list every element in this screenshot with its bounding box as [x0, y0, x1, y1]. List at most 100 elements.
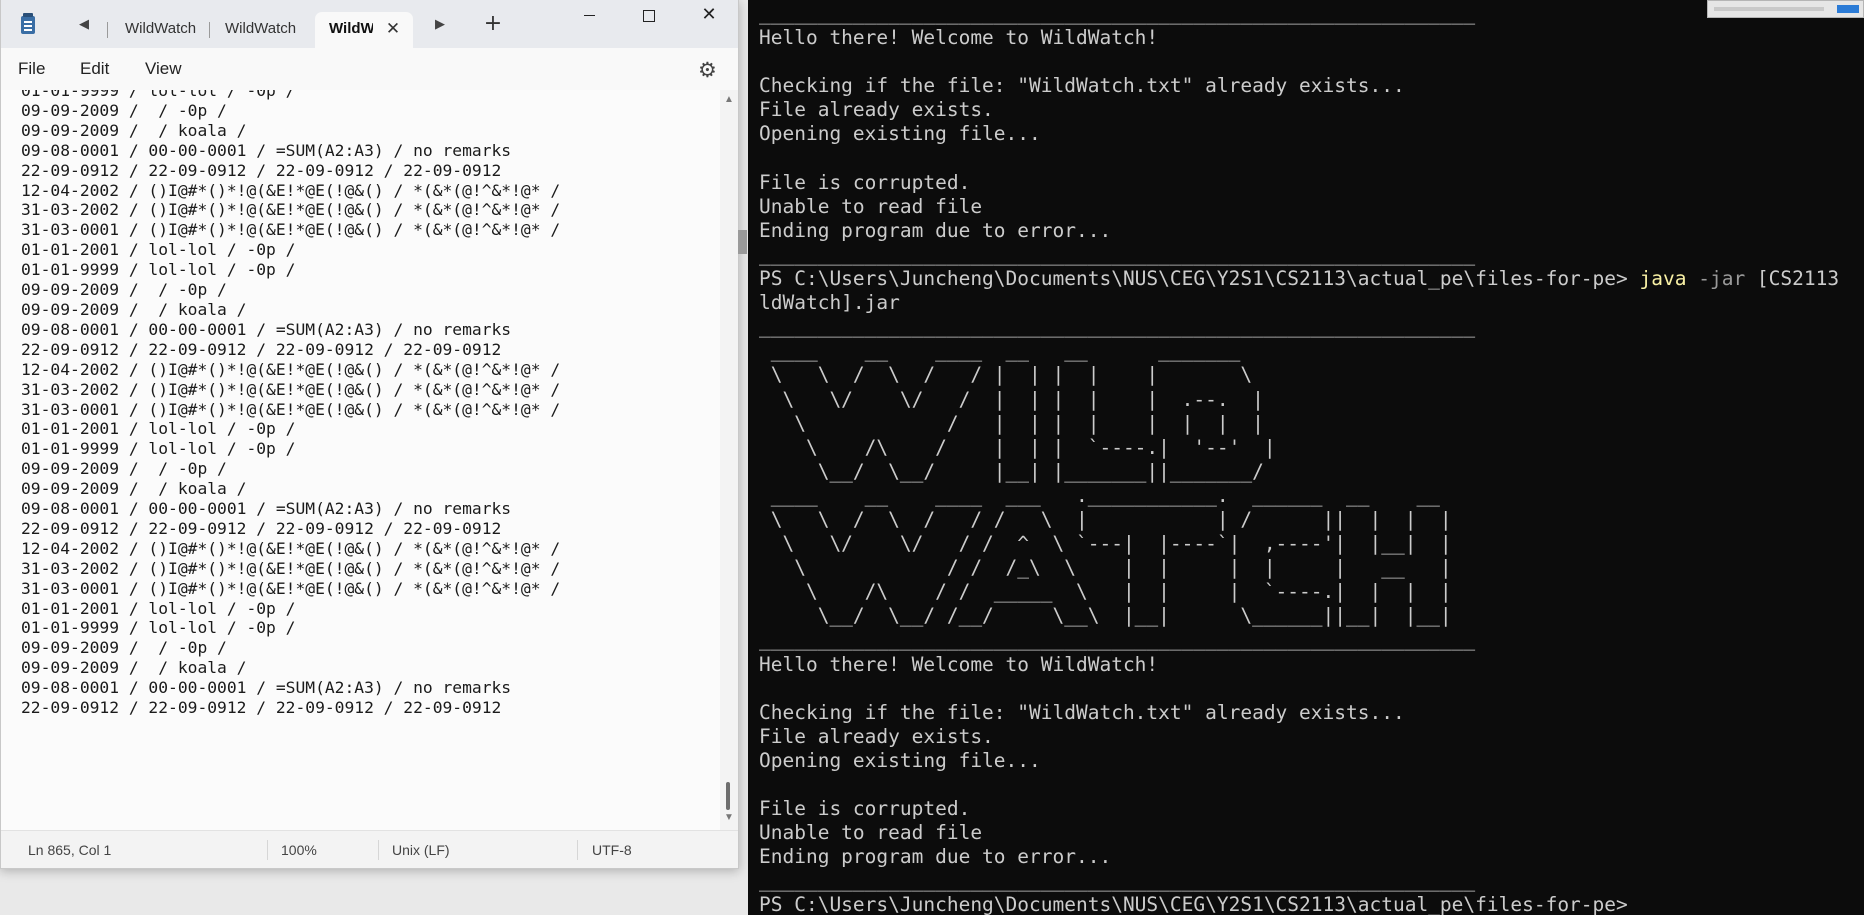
editor-line: 22-09-0912 / 22-09-0912 / 22-09-0912 / 2… [21, 698, 502, 718]
editor-line: 01-01-2001 / lol-lol / -0p / [21, 598, 296, 618]
thumbnail-bar [1714, 7, 1824, 11]
editor-line: 12-04-2002 / ()I@#*()*!@(&E!*@E(!@&() / … [21, 359, 561, 379]
editor-line: 31-03-0001 / ()I@#*()*!@(&E!*@E(!@&() / … [21, 578, 561, 598]
notepad-window: ◀ WildWatch WildWatch WildWatch ✕ ▶ + ✕ … [0, 0, 739, 869]
editor-line: 01-01-2001 / lol-lol / -0p / [21, 419, 296, 439]
encoding[interactable]: UTF-8 [592, 842, 632, 858]
scroll-down-arrow-icon[interactable]: ▼ [724, 812, 734, 823]
menu-file[interactable]: File [18, 59, 45, 79]
chevron-left-icon: ◀ [79, 17, 89, 32]
menu-view[interactable]: View [145, 59, 182, 79]
editor-line: 09-09-2009 / / koala / [21, 658, 247, 678]
tab-scroll-right-button[interactable]: ▶ [427, 12, 453, 38]
window-thumbnail[interactable] [1707, 0, 1864, 18]
new-tab-button[interactable]: + [480, 12, 506, 38]
checking-message: Checking if the file: "WildWatch.txt" al… [759, 700, 1405, 724]
command-line: PS C:\Users\Juncheng\Documents\NUS\CEG\Y… [759, 267, 1839, 291]
editor-line: 09-09-2009 / / koala / [21, 479, 247, 499]
close-tab-icon[interactable]: ✕ [381, 12, 405, 46]
prompt-line: PS C:\Users\Juncheng\Documents\NUS\CEG\Y… [759, 893, 1628, 915]
plus-icon: + [483, 11, 503, 36]
editor-line: 31-03-2002 / ()I@#*()*!@(&E!*@E(!@&() / … [21, 558, 561, 578]
welcome-message: Hello there! Welcome to WildWatch! [759, 26, 1159, 50]
maximize-icon [643, 9, 655, 22]
ending-message: Ending program due to error... [759, 218, 1112, 242]
editor-line: 09-09-2009 / / -0p / [21, 459, 227, 479]
menu-bar: File Edit View ⚙ [1, 48, 738, 90]
close-window-button[interactable]: ✕ [679, 0, 738, 32]
scrollbar-thumb[interactable] [726, 782, 730, 810]
menu-edit[interactable]: Edit [80, 59, 109, 79]
flag-text: -jar [1698, 267, 1746, 291]
corrupted-message: File is corrupted. [759, 170, 971, 194]
background-window-edge [738, 230, 747, 254]
divider-line: ________________________________________… [759, 315, 1476, 339]
editor-line: 12-04-2002 / ()I@#*()*!@(&E!*@E(!@&() / … [21, 180, 561, 200]
editor-line: 09-09-2009 / / koala / [21, 120, 247, 140]
ascii-art-watch-line: \ / / /_\ \ | | | | | __ | [759, 556, 1452, 580]
tab-separator [209, 22, 210, 38]
opening-message: Opening existing file... [759, 748, 1041, 772]
ascii-art-watch-line: \__/ \__/ /__/ \__\ |__| \______||__| |_… [759, 604, 1452, 628]
maximize-button[interactable] [619, 0, 679, 32]
editor-line: 31-03-2002 / ()I@#*()*!@(&E!*@E(!@&() / … [21, 379, 561, 399]
status-separator [267, 840, 268, 860]
editor-line: 09-08-0001 / 00-00-0001 / =SUM(A2:A3) / … [21, 678, 512, 698]
minimize-button[interactable] [559, 0, 619, 32]
chevron-right-icon: ▶ [435, 17, 445, 32]
status-separator [577, 840, 578, 860]
editor-line: 31-03-0001 / ()I@#*()*!@(&E!*@E(!@&() / … [21, 220, 561, 240]
tab-label: WildWatch [125, 20, 197, 37]
tab-wildwatch-active[interactable]: WildWatch ✕ [315, 12, 413, 48]
ascii-art-watch-line: \ /\ / / _____ \ | | | `----.| | | | [759, 580, 1452, 604]
scroll-up-arrow-icon[interactable]: ▲ [724, 94, 734, 105]
cursor-position[interactable]: Ln 865, Col 1 [28, 842, 111, 858]
exists-message: File already exists. [759, 724, 994, 748]
unable-message: Unable to read file [759, 194, 983, 218]
settings-gear-icon[interactable]: ⚙ [698, 58, 717, 82]
tab-scroll-left-button[interactable]: ◀ [71, 12, 97, 38]
editor-line: 01-01-9999 / lol-lol / -0p / [21, 618, 296, 638]
editor-line: 01-01-9999 / lol-lol / -0p / [21, 90, 296, 100]
notepad-icon [21, 13, 35, 34]
unable-message: Unable to read file [759, 821, 983, 845]
editor-line: 09-09-2009 / / -0p / [21, 100, 227, 120]
divider-line: ________________________________________… [759, 628, 1476, 652]
line-ending[interactable]: Unix (LF) [392, 842, 450, 858]
ascii-art-watch-line: \ \/ \/ / / ^ \ `---| |----`| ,----'| |_… [759, 532, 1452, 556]
ascii-art-watch-line: ____ __ ____ ___ .___________. ______ __… [759, 483, 1440, 507]
welcome-message: Hello there! Welcome to WildWatch! [759, 652, 1159, 676]
ending-message: Ending program due to error... [759, 845, 1112, 869]
editor-line: 22-09-0912 / 22-09-0912 / 22-09-0912 / 2… [21, 339, 502, 359]
editor-content: 01-01-9999 / lol-lol / -0p /09-09-2009 /… [21, 90, 560, 718]
tab-wildwatch-1[interactable]: WildWatch [111, 12, 207, 48]
editor-line: 09-08-0001 / 00-00-0001 / =SUM(A2:A3) / … [21, 319, 512, 339]
editor-line: 01-01-9999 / lol-lol / -0p / [21, 260, 296, 280]
close-icon: ✕ [701, 4, 717, 25]
terminal-output: ________________________________________… [759, 2, 1839, 915]
zoom-level[interactable]: 100% [281, 842, 317, 858]
text-editor[interactable]: 01-01-9999 / lol-lol / -0p /09-09-2009 /… [1, 90, 720, 830]
editor-line: 22-09-0912 / 22-09-0912 / 22-09-0912 / 2… [21, 518, 502, 538]
editor-line: 31-03-0001 / ()I@#*()*!@(&E!*@E(!@&() / … [21, 399, 561, 419]
terminal-window[interactable]: ________________________________________… [748, 0, 1864, 915]
minimize-icon [583, 15, 595, 16]
tab-label: WildWatch [329, 20, 373, 37]
checking-message: Checking if the file: "WildWatch.txt" al… [759, 74, 1405, 98]
ascii-art-wild-line: \ /\ / | | | `----.| '--' | [759, 435, 1276, 459]
ascii-art-wild-line: \ / | | | | | | | | [759, 411, 1264, 435]
title-bar: ◀ WildWatch WildWatch WildWatch ✕ ▶ + ✕ [1, 0, 738, 48]
tab-label: WildWatch [225, 20, 297, 37]
divider-line: ________________________________________… [759, 242, 1476, 266]
editor-line: 01-01-9999 / lol-lol / -0p / [21, 439, 296, 459]
corrupted-message: File is corrupted. [759, 797, 971, 821]
exists-message: File already exists. [759, 98, 994, 122]
editor-line: 31-03-2002 / ()I@#*()*!@(&E!*@E(!@&() / … [21, 200, 561, 220]
editor-line: 12-04-2002 / ()I@#*()*!@(&E!*@E(!@&() / … [21, 538, 561, 558]
vertical-scrollbar[interactable]: ▲ ▼ [720, 90, 738, 830]
tab-wildwatch-2[interactable]: WildWatch [211, 12, 307, 48]
divider-line: ________________________________________… [759, 869, 1476, 893]
